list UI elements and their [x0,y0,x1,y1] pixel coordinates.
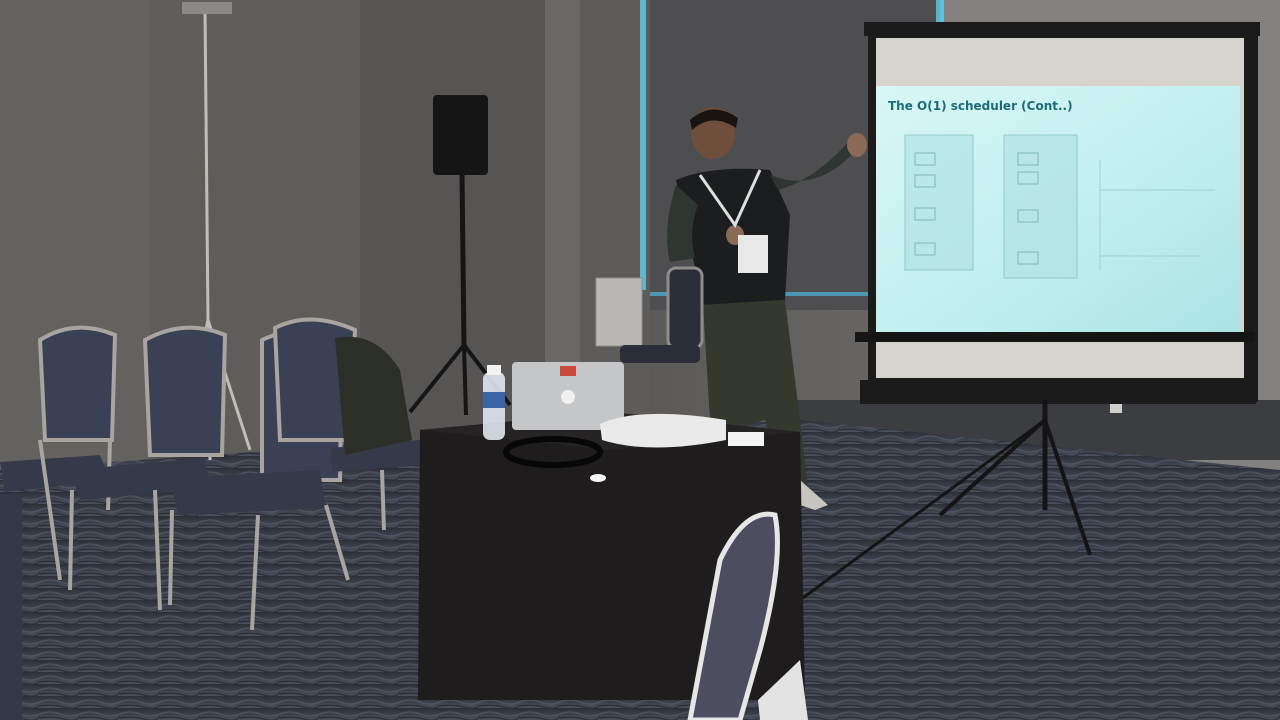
laptop [512,362,624,430]
presentation-room-photo [0,0,1280,720]
wall-panel [595,277,643,347]
slide-title: The O(1) scheduler (Cont..) [888,99,1073,113]
water-bottle [483,365,505,440]
